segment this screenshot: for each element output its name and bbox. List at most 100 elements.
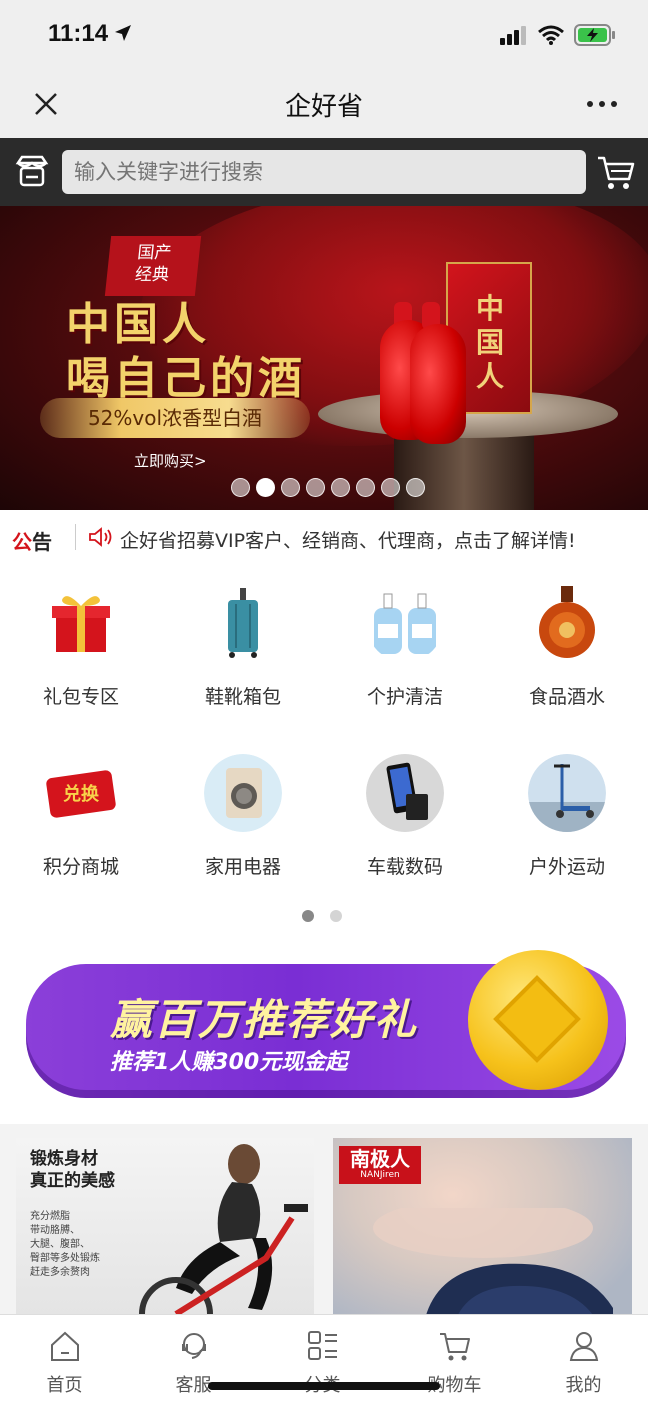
banner-page-dot[interactable] (356, 478, 375, 497)
banner-page-dot[interactable] (306, 478, 325, 497)
brand-logo: 南极人 NANJiren (339, 1146, 421, 1184)
tab-profile[interactable]: 我的 (519, 1315, 648, 1402)
points-exchange-icon: 兑换 (46, 770, 116, 818)
product-detail: 赶走多余赘肉 (30, 1267, 90, 1278)
search-bar (0, 138, 648, 206)
product-title-line2: 真正的美感 (30, 1171, 115, 1191)
category-label: 个护清洁 (366, 686, 443, 708)
notice-text: 企好省招募VIP客户、经销商、代理商，点击了解详情! (120, 530, 576, 552)
banner-buy-link[interactable]: 立即购买> (134, 450, 207, 471)
more-options-icon[interactable] (584, 90, 620, 118)
product-card-fitness[interactable]: 锻炼身材 真正的美感 充分燃脂 带动胳膊、 大腿、腹部、 臀部等多处锻炼 赶走多… (16, 1138, 314, 1328)
product-detail: 大腿、腹部、 (30, 1239, 90, 1250)
category-digital[interactable]: 车载数码 (324, 736, 486, 906)
brand-name: 南极人 (350, 1147, 410, 1171)
page-title: 企好省 (284, 92, 363, 122)
red-bottle-right (410, 324, 466, 444)
category-appliances[interactable]: 家用电器 (162, 736, 324, 906)
banner-headline-line1: 中国人 (66, 299, 210, 350)
suitcase-icon (228, 588, 258, 658)
status-time: 11:14 (48, 20, 109, 47)
category-grid: 礼包专区 鞋靴箱包 个护清洁 食品酒水 兑换 积分商城 家用电器 车载数码 户外… (0, 566, 648, 896)
category-luggage[interactable]: 鞋靴箱包 (162, 566, 324, 736)
tab-home[interactable]: 首页 (0, 1315, 129, 1402)
location-arrow-icon (115, 25, 131, 41)
gift-box-icon (52, 596, 110, 652)
tab-label: 首页 (46, 1375, 83, 1396)
scooter-icon (528, 754, 606, 832)
banner-tag-line2: 经典 (134, 265, 171, 285)
product-details: 充分燃脂 带动胳膊、 大腿、腹部、 臀部等多处锻炼 赶走多余赘肉 (30, 1210, 100, 1280)
cognac-bottle-icon (539, 586, 595, 658)
banner-pagination (8, 478, 648, 497)
category-label: 积分商城 (42, 856, 119, 878)
category-points-mall[interactable]: 兑换 积分商城 (0, 736, 162, 906)
category-personal-care[interactable]: 个护清洁 (324, 566, 486, 736)
category-page-dot[interactable] (302, 910, 314, 922)
banner-headline: 中国人 喝自己的酒 (66, 298, 306, 406)
smartphone-icon (366, 754, 444, 832)
shopping-cart-icon (440, 1333, 470, 1361)
lotion-bottles-icon (374, 593, 436, 654)
product-detail: 臀部等多处锻炼 (30, 1253, 100, 1264)
hero-banner[interactable]: 国产 经典 中国人 喝自己的酒 52%vol浓香型白酒 立即购买> 中国人 (0, 206, 648, 510)
category-label: 礼包专区 (42, 686, 119, 708)
shopping-cart-icon[interactable] (596, 152, 636, 192)
nav-bar: 企好省 (0, 70, 648, 138)
washing-machine-icon (204, 754, 282, 832)
banner-page-dot[interactable] (406, 478, 425, 497)
exercise-bike-photo (139, 1144, 308, 1328)
category-outdoor[interactable]: 户外运动 (486, 736, 648, 906)
banner-page-dot[interactable] (381, 478, 400, 497)
product-detail: 充分燃脂 (30, 1211, 70, 1222)
home-icon (51, 1331, 79, 1361)
liquor-box-label: 中国人 (475, 292, 504, 393)
pillow-photo (373, 1208, 613, 1328)
category-label: 户外运动 (528, 856, 605, 878)
user-icon (569, 1332, 599, 1361)
notice-bar[interactable]: 公告 企好省招募VIP客户、经销商、代理商，点击了解详情! (0, 510, 648, 566)
category-label: 家用电器 (204, 856, 281, 878)
svg-text:兑换: 兑换 (63, 783, 100, 805)
speaker-icon (89, 527, 112, 547)
notice-divider (75, 524, 76, 550)
tab-label: 我的 (565, 1375, 602, 1396)
status-bar: 11:14 (0, 0, 648, 70)
banner-subtitle: 52%vol浓香型白酒 (40, 398, 310, 438)
category-food-drink[interactable]: 食品酒水 (486, 566, 648, 736)
status-indicators (500, 22, 616, 48)
banner-page-dot[interactable] (281, 478, 300, 497)
notice-label-red: 公 (12, 530, 32, 554)
product-detail: 带动胳膊、 (30, 1225, 80, 1236)
category-label: 食品酒水 (528, 686, 605, 708)
battery-charging-icon (574, 24, 615, 46)
customer-service-icon (182, 1333, 206, 1359)
promo-subtitle: 推荐1人赚300元现金起 (110, 1050, 348, 1075)
cellular-signal-icon (500, 26, 526, 45)
brand-sub: NANJiren (360, 1170, 400, 1180)
promo-title: 赢百万推荐好礼 (110, 995, 419, 1044)
banner-tag-line1: 国产 (136, 243, 173, 263)
banner-table-leg (394, 428, 534, 510)
product-strip: 锻炼身材 真正的美感 充分燃脂 带动胳膊、 大腿、腹部、 臀部等多处锻炼 赶走多… (0, 1124, 648, 1328)
home-indicator (208, 1382, 440, 1390)
category-grid-icon (308, 1331, 337, 1360)
search-input[interactable] (62, 150, 586, 194)
store-icon[interactable] (14, 153, 50, 189)
banner-page-dot[interactable] (231, 478, 250, 497)
notice-label: 公告 (12, 526, 52, 555)
category-page-dot[interactable] (330, 910, 342, 922)
wifi-icon (538, 25, 564, 45)
product-card-pillow[interactable]: 南极人 NANJiren (333, 1138, 632, 1328)
category-label: 鞋靴箱包 (204, 686, 281, 708)
notice-label-dark: 告 (32, 530, 52, 554)
referral-promo-banner[interactable]: 赢百万推荐好礼 推荐1人赚300元现金起 (26, 950, 626, 1100)
product-title: 锻炼身材 真正的美感 (30, 1148, 115, 1192)
category-label: 车载数码 (366, 856, 443, 878)
banner-tag: 国产 经典 (104, 236, 202, 296)
category-gift[interactable]: 礼包专区 (0, 566, 162, 736)
banner-page-dot[interactable] (256, 478, 275, 497)
product-title-line1: 锻炼身材 (30, 1149, 98, 1169)
category-pagination (302, 910, 342, 922)
banner-page-dot[interactable] (331, 478, 350, 497)
